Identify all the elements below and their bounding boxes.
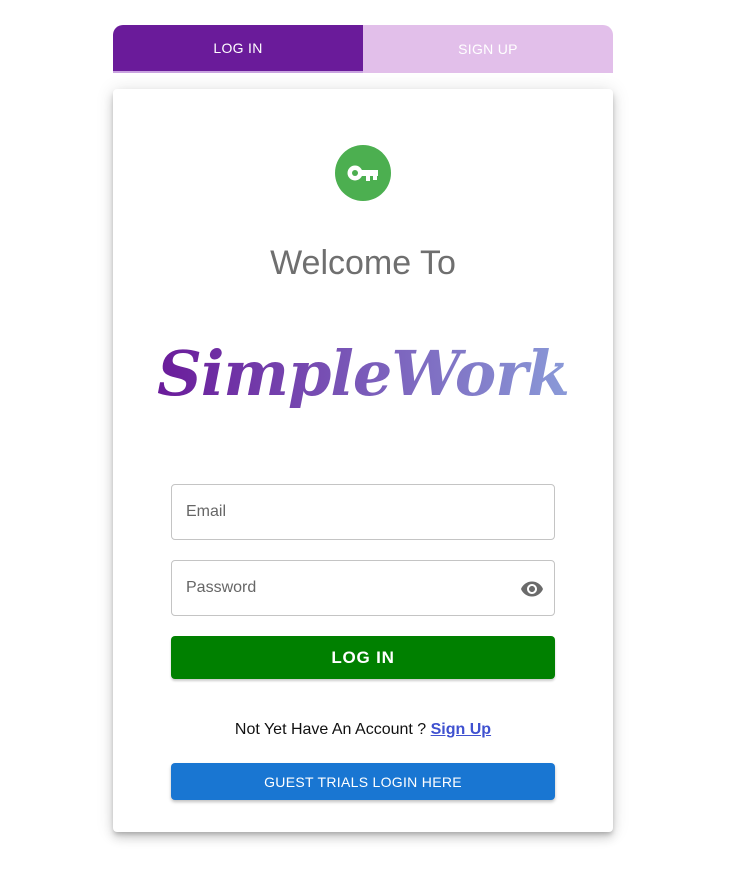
signup-prompt-text: Not Yet Have An Account ?: [234, 721, 427, 738]
brand-logo: SimpleWork: [157, 337, 570, 410]
login-button[interactable]: LOG IN: [171, 636, 555, 679]
eye-icon[interactable]: [518, 575, 546, 603]
avatar: [335, 145, 391, 201]
email-field[interactable]: [171, 484, 555, 540]
tab-signup[interactable]: SIGN UP: [363, 25, 613, 73]
password-field[interactable]: [171, 560, 555, 616]
tab-login[interactable]: LOG IN: [113, 25, 363, 73]
welcome-heading: Welcome To: [270, 244, 456, 282]
password-input[interactable]: [172, 561, 554, 615]
signup-prompt: Not Yet Have An Account ? Sign Up: [113, 721, 613, 739]
email-input[interactable]: [172, 485, 554, 539]
auth-tabs: LOG IN SIGN UP: [113, 25, 613, 73]
brand-text: SimpleWork: [157, 337, 569, 410]
key-icon: [347, 165, 378, 181]
guest-login-button[interactable]: GUEST TRIALS LOGIN HERE: [171, 763, 555, 800]
signup-link[interactable]: Sign Up: [431, 721, 491, 738]
login-card: Welcome To SimpleWork LOG IN Not Yet Hav…: [113, 89, 613, 832]
